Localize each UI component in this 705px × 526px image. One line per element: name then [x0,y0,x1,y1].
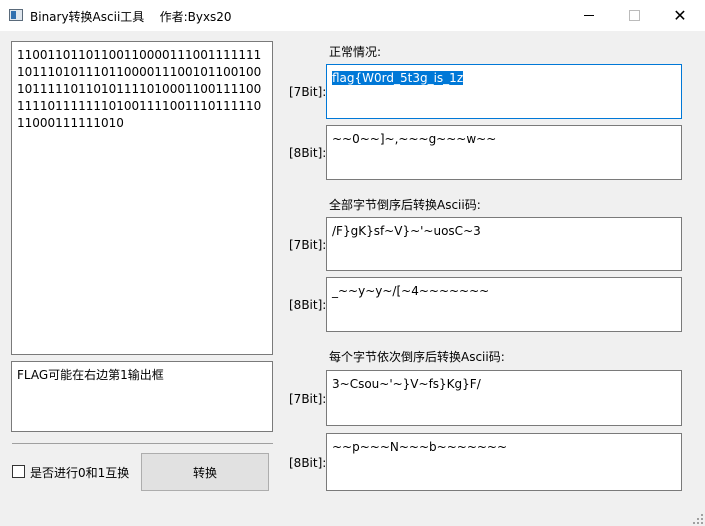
section-each-reverse-heading: 每个字节依次倒序后转换Ascii码: [329,350,505,364]
minimize-icon [584,15,594,16]
resize-grip-icon[interactable] [693,514,703,524]
title-bar[interactable]: Binary转换Ascii工具 作者:Byxs20 ✕ [0,0,705,31]
swap-bits-label[interactable]: 是否进行0和1互换 [30,464,129,481]
app-title: Binary转换Ascii工具 [30,10,145,24]
main-window: Binary转换Ascii工具 作者:Byxs20 ✕ 110011011011… [0,0,705,526]
close-icon: ✕ [673,5,687,25]
each-reverse-8bit-label: [8Bit]: [289,456,327,470]
close-button[interactable]: ✕ [657,0,703,31]
each-reverse-8bit-output[interactable]: ~~p~~~N~~~b~~~~~~~ [326,433,682,491]
maximize-button[interactable] [611,0,657,31]
section-normal-heading: 正常情况: [329,45,382,59]
normal-7bit-output[interactable]: flag{W0rd_5t3g_is_1z [326,64,682,119]
all-reverse-7bit-label: [7Bit]: [289,238,327,252]
binary-input[interactable]: 1100110110110011000011100111111110111010… [11,41,273,355]
hint-output[interactable]: FLAG可能在右边第1输出框 [11,361,273,432]
maximize-icon [628,10,640,21]
window-title: Binary转换Ascii工具 作者:Byxs20 [30,8,232,25]
section-all-reverse-heading: 全部字节倒序后转换Ascii码: [329,198,481,212]
normal-8bit-output[interactable]: ~~0~~]~,~~~g~~~w~~ [326,125,682,180]
divider [12,443,273,444]
each-reverse-7bit-output[interactable]: 3~Csou~'~}V~fs}Kg}F/ [326,370,682,426]
normal-7bit-selected-text: flag{W0rd_5t3g_is_1z [332,71,464,85]
convert-button-label: 转换 [192,465,217,480]
app-window-icon [9,9,23,21]
author-label: 作者:Byxs20 [159,10,232,24]
all-reverse-7bit-output[interactable]: /F}gK}sf~V}~'~uosC~3 [326,217,682,271]
all-reverse-8bit-output[interactable]: _~~y~y~/[~4~~~~~~~ [326,277,682,332]
each-reverse-7bit-label: [7Bit]: [289,392,327,406]
all-reverse-8bit-label: [8Bit]: [289,298,327,312]
minimize-button[interactable] [566,0,612,31]
swap-bits-checkbox[interactable] [12,465,25,478]
normal-7bit-label: [7Bit]: [289,85,327,99]
normal-8bit-label: [8Bit]: [289,146,327,160]
convert-button[interactable]: 转换 [141,453,269,491]
